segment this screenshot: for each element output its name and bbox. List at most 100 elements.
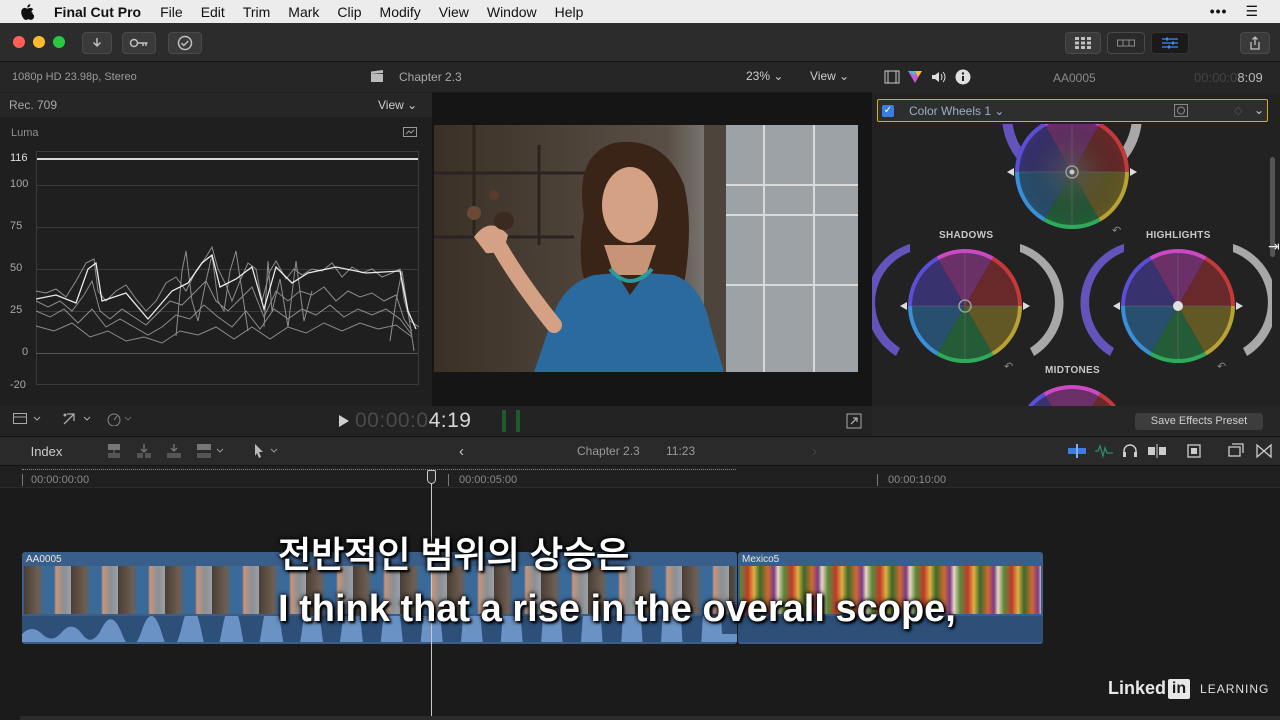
- luma-waveform: [36, 245, 419, 352]
- browser-toggle-button[interactable]: [1065, 32, 1101, 54]
- menu-view[interactable]: View: [439, 4, 469, 20]
- menu-app[interactable]: Final Cut Pro: [54, 4, 141, 20]
- history-forward-icon[interactable]: ›: [812, 443, 817, 460]
- menu-file[interactable]: File: [160, 4, 183, 20]
- clip-name: Mexico5: [742, 554, 780, 565]
- append-clip-icon[interactable]: [166, 443, 182, 464]
- menu-modify[interactable]: Modify: [380, 4, 421, 20]
- scope-tick-75: 75: [10, 220, 23, 232]
- effect-enable-checkbox[interactable]: ✓: [882, 105, 894, 117]
- svg-text:↶: ↶: [1112, 224, 1121, 237]
- audio-inspector-icon[interactable]: [930, 69, 946, 90]
- shadows-label: SHADOWS: [939, 230, 994, 241]
- scope-settings-icon[interactable]: [403, 126, 417, 144]
- midtones-label: MIDTONES: [1045, 365, 1100, 376]
- inspector-toggle-button[interactable]: [1151, 32, 1189, 54]
- timeline-toggle-button[interactable]: [1107, 32, 1145, 54]
- keyword-button[interactable]: [122, 32, 156, 54]
- linkedin-learning-watermark: Linked in LEARNING: [1108, 678, 1269, 699]
- ruler-tick: [22, 474, 23, 486]
- timecode-bright: 4:19: [428, 409, 472, 432]
- crop-menu-icon[interactable]: [13, 412, 41, 431]
- ruler-range-dots: [22, 469, 736, 470]
- close-window-button[interactable]: [13, 36, 25, 48]
- info-icon[interactable]: [955, 69, 971, 90]
- transform-menu-icon[interactable]: [62, 412, 92, 431]
- color-inspector-icon[interactable]: [907, 70, 923, 89]
- history-back-icon[interactable]: ‹: [459, 443, 464, 460]
- more-icon[interactable]: •••: [1210, 3, 1228, 20]
- ruler-tick: [877, 474, 878, 486]
- menu-trim[interactable]: Trim: [243, 4, 270, 20]
- index-button[interactable]: Index: [20, 442, 73, 462]
- scope-view-label: View: [378, 98, 404, 112]
- effect-name-label: Color Wheels 1: [909, 104, 992, 118]
- effect-disclosure-icon[interactable]: ⌄: [1254, 103, 1264, 117]
- master-color-wheel[interactable]: ↶: [1002, 124, 1142, 237]
- viewer-timecode[interactable]: 00:00:04:19: [355, 409, 471, 433]
- menu-window[interactable]: Window: [487, 4, 537, 20]
- svg-text:↶: ↶: [1217, 360, 1226, 373]
- inspector-duration: 00:00:08:09: [1194, 70, 1263, 85]
- menu-mark[interactable]: Mark: [288, 4, 319, 20]
- menu-bar: Final Cut Pro File Edit Trim Mark Clip M…: [0, 0, 1280, 23]
- scope-tick-50: 50: [10, 262, 23, 274]
- background-tasks-button[interactable]: [168, 32, 202, 54]
- effect-name-popup[interactable]: Color Wheels 1 ⌄: [909, 104, 1004, 118]
- play-button[interactable]: [338, 414, 350, 433]
- film-icon[interactable]: [884, 70, 900, 89]
- midtones-color-wheel[interactable]: [1009, 384, 1129, 406]
- ruler-tick: [448, 474, 449, 486]
- playhead-handle[interactable]: [427, 470, 436, 484]
- menu-help[interactable]: Help: [555, 4, 584, 20]
- effect-mask-icon[interactable]: [1174, 104, 1188, 122]
- connect-clip-icon[interactable]: [106, 443, 122, 464]
- select-tool-icon[interactable]: [252, 443, 284, 464]
- ruler-label: 00:00:00:00: [31, 474, 90, 486]
- apple-icon[interactable]: [20, 3, 38, 20]
- fullscreen-icon[interactable]: [846, 413, 862, 434]
- zoom-window-button[interactable]: [53, 36, 65, 48]
- viewer-view-label: View: [810, 69, 836, 83]
- scope-tick-116: 116: [10, 152, 28, 164]
- timeline-bottom-edge: [20, 716, 1280, 720]
- menu-clip[interactable]: Clip: [337, 4, 361, 20]
- shadows-color-wheel[interactable]: ↶: [872, 244, 1064, 373]
- insert-clip-icon[interactable]: [136, 443, 152, 464]
- save-effects-preset-label: Save Effects Preset: [1150, 415, 1248, 427]
- video-frame[interactable]: [434, 125, 858, 372]
- speed-menu-icon[interactable]: [107, 412, 135, 431]
- skimming-icon[interactable]: [1068, 444, 1086, 463]
- transitions-browser-icon[interactable]: [1256, 443, 1272, 464]
- timecode-dim: 00:00:0: [355, 409, 429, 432]
- checkmark-circle-icon: [177, 35, 193, 51]
- clip-name: AA0005: [26, 554, 62, 565]
- scope-tick-25: 25: [10, 304, 23, 316]
- timeline[interactable]: 00:00:00:00 00:00:05:00 00:00:10:00 AA00…: [0, 466, 1280, 720]
- timeline-index-icon[interactable]: [1228, 443, 1244, 464]
- share-button[interactable]: [1240, 32, 1270, 54]
- overwrite-clip-icon[interactable]: [196, 443, 228, 464]
- scope-tick-minus20: -20: [10, 379, 26, 391]
- ruler-label: 00:00:10:00: [888, 474, 947, 486]
- scope-mode-label: Luma: [11, 127, 39, 139]
- timeline-project-title: Chapter 2.3: [577, 444, 640, 458]
- snapping-icon[interactable]: [1148, 444, 1166, 463]
- import-button[interactable]: [82, 32, 112, 54]
- zoom-popup[interactable]: 23% ⌄: [746, 69, 783, 83]
- inspector-clip-name: AA0005: [1053, 71, 1096, 85]
- audio-skimming-icon[interactable]: [1095, 444, 1113, 463]
- solo-icon[interactable]: [1122, 443, 1138, 464]
- highlights-color-wheel[interactable]: ↶: [1080, 244, 1272, 373]
- scope-view-popup[interactable]: View ⌄: [378, 98, 417, 112]
- menu-edit[interactable]: Edit: [201, 4, 225, 20]
- notification-list-icon[interactable]: ☰: [1245, 3, 1258, 20]
- minimize-window-button[interactable]: [33, 36, 45, 48]
- subtitle-english: I think that a rise in the overall scope…: [278, 588, 956, 630]
- save-effects-preset-button[interactable]: Save Effects Preset: [1135, 413, 1263, 430]
- keyframe-icon[interactable]: ◇: [1234, 104, 1242, 117]
- clip-appearance-icon[interactable]: [1186, 443, 1202, 464]
- timeline-duration: 11:23: [666, 444, 696, 458]
- viewer-view-popup[interactable]: View ⌄: [810, 69, 849, 83]
- scope-tick-100: 100: [10, 178, 29, 190]
